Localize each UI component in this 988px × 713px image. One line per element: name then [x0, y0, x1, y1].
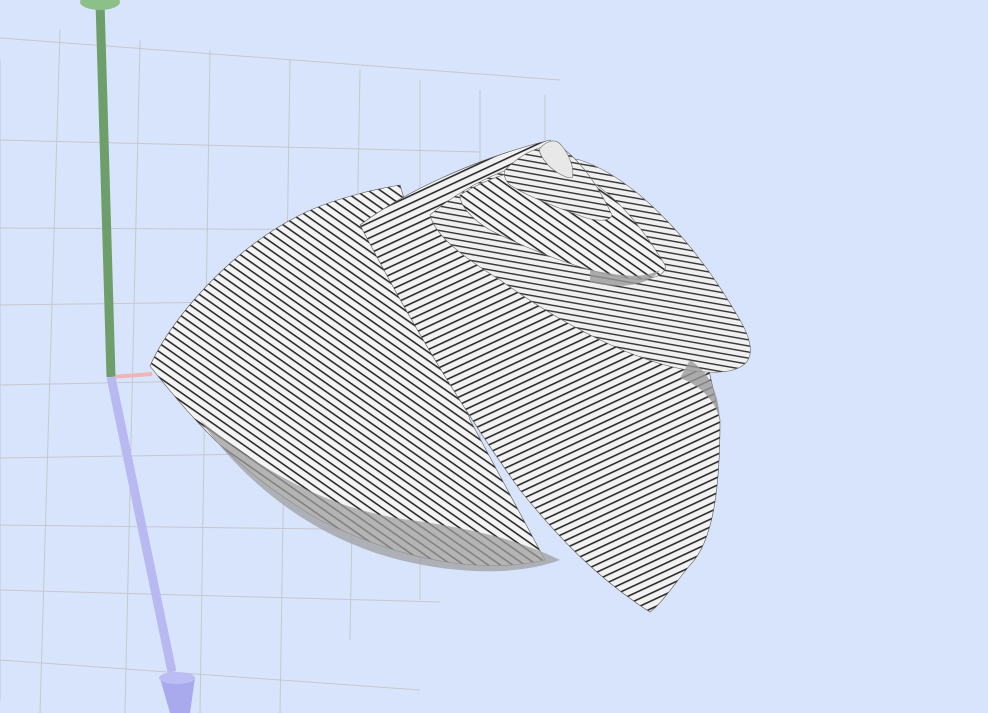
spiral-shell-model[interactable]: [149, 139, 751, 613]
3d-viewport[interactable]: [0, 0, 988, 713]
grid-line: [39, 29, 61, 713]
grid-line: [0, 589, 441, 603]
y-axis-arrow-icon: [80, 0, 120, 378]
grid-line: [0, 659, 421, 691]
grid-line: [0, 37, 561, 81]
x-axis-arrow-icon: [111, 372, 153, 379]
grid-line: [0, 139, 481, 153]
3d-scene[interactable]: [0, 0, 988, 713]
z-axis-arrow-icon: [106, 376, 195, 713]
